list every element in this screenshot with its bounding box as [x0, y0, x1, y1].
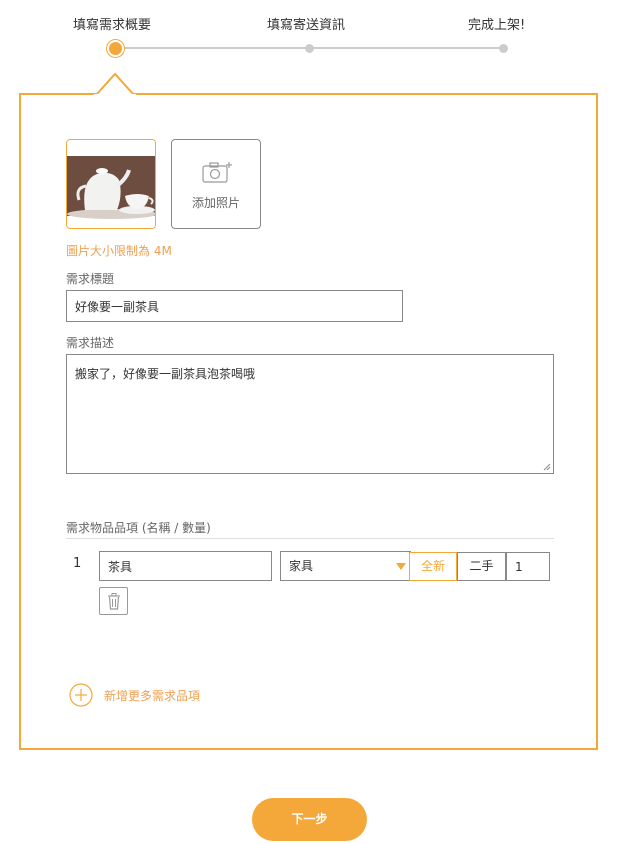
- description-text: 搬家了，好像要一副茶具泡茶喝哦: [75, 367, 256, 381]
- items-divider: [66, 538, 554, 539]
- next-step-button[interactable]: 下一步: [252, 798, 367, 841]
- items-section-header: 需求物品品項 (名稱 / 數量): [66, 521, 211, 535]
- panel-pointer: [94, 72, 136, 96]
- dropdown-caret-icon: [396, 563, 406, 570]
- item-name-input[interactable]: [99, 551, 272, 581]
- uploaded-photo-thumbnail[interactable]: [66, 139, 156, 229]
- description-textarea[interactable]: 搬家了，好像要一副茶具泡茶喝哦: [66, 354, 554, 474]
- title-input[interactable]: [66, 290, 403, 322]
- item-category-select[interactable]: 家具: [280, 551, 411, 581]
- delete-item-button[interactable]: [99, 587, 128, 615]
- step-3-label: 完成上架!: [468, 18, 526, 33]
- step-1-dot: [109, 42, 122, 55]
- teapot-photo: [67, 140, 155, 228]
- step-2-label: 填寫寄送資訊: [267, 18, 346, 33]
- step-3-dot: [499, 44, 508, 53]
- resize-handle-icon[interactable]: [543, 463, 551, 471]
- desc-field-label: 需求描述: [66, 336, 115, 350]
- condition-new-toggle[interactable]: 全新: [409, 552, 457, 581]
- condition-used-toggle[interactable]: 二手: [457, 552, 506, 581]
- plus-circle-icon: [69, 683, 93, 707]
- title-field-label: 需求標題: [66, 272, 115, 286]
- step-1-label: 填寫需求概要: [73, 18, 152, 33]
- add-more-label: 新增更多需求品項: [104, 689, 201, 703]
- item-category-value: 家具: [289, 559, 314, 573]
- trash-icon: [108, 593, 120, 610]
- item-index: 1: [73, 556, 82, 571]
- item-quantity-input[interactable]: [506, 552, 550, 581]
- step-2-dot: [305, 44, 314, 53]
- add-photo-button[interactable]: 添加照片: [171, 139, 261, 229]
- photo-size-note: 圖片大小限制為 4M: [66, 244, 172, 258]
- camera-plus-icon: [202, 162, 232, 183]
- add-photo-label: 添加照片: [191, 196, 240, 210]
